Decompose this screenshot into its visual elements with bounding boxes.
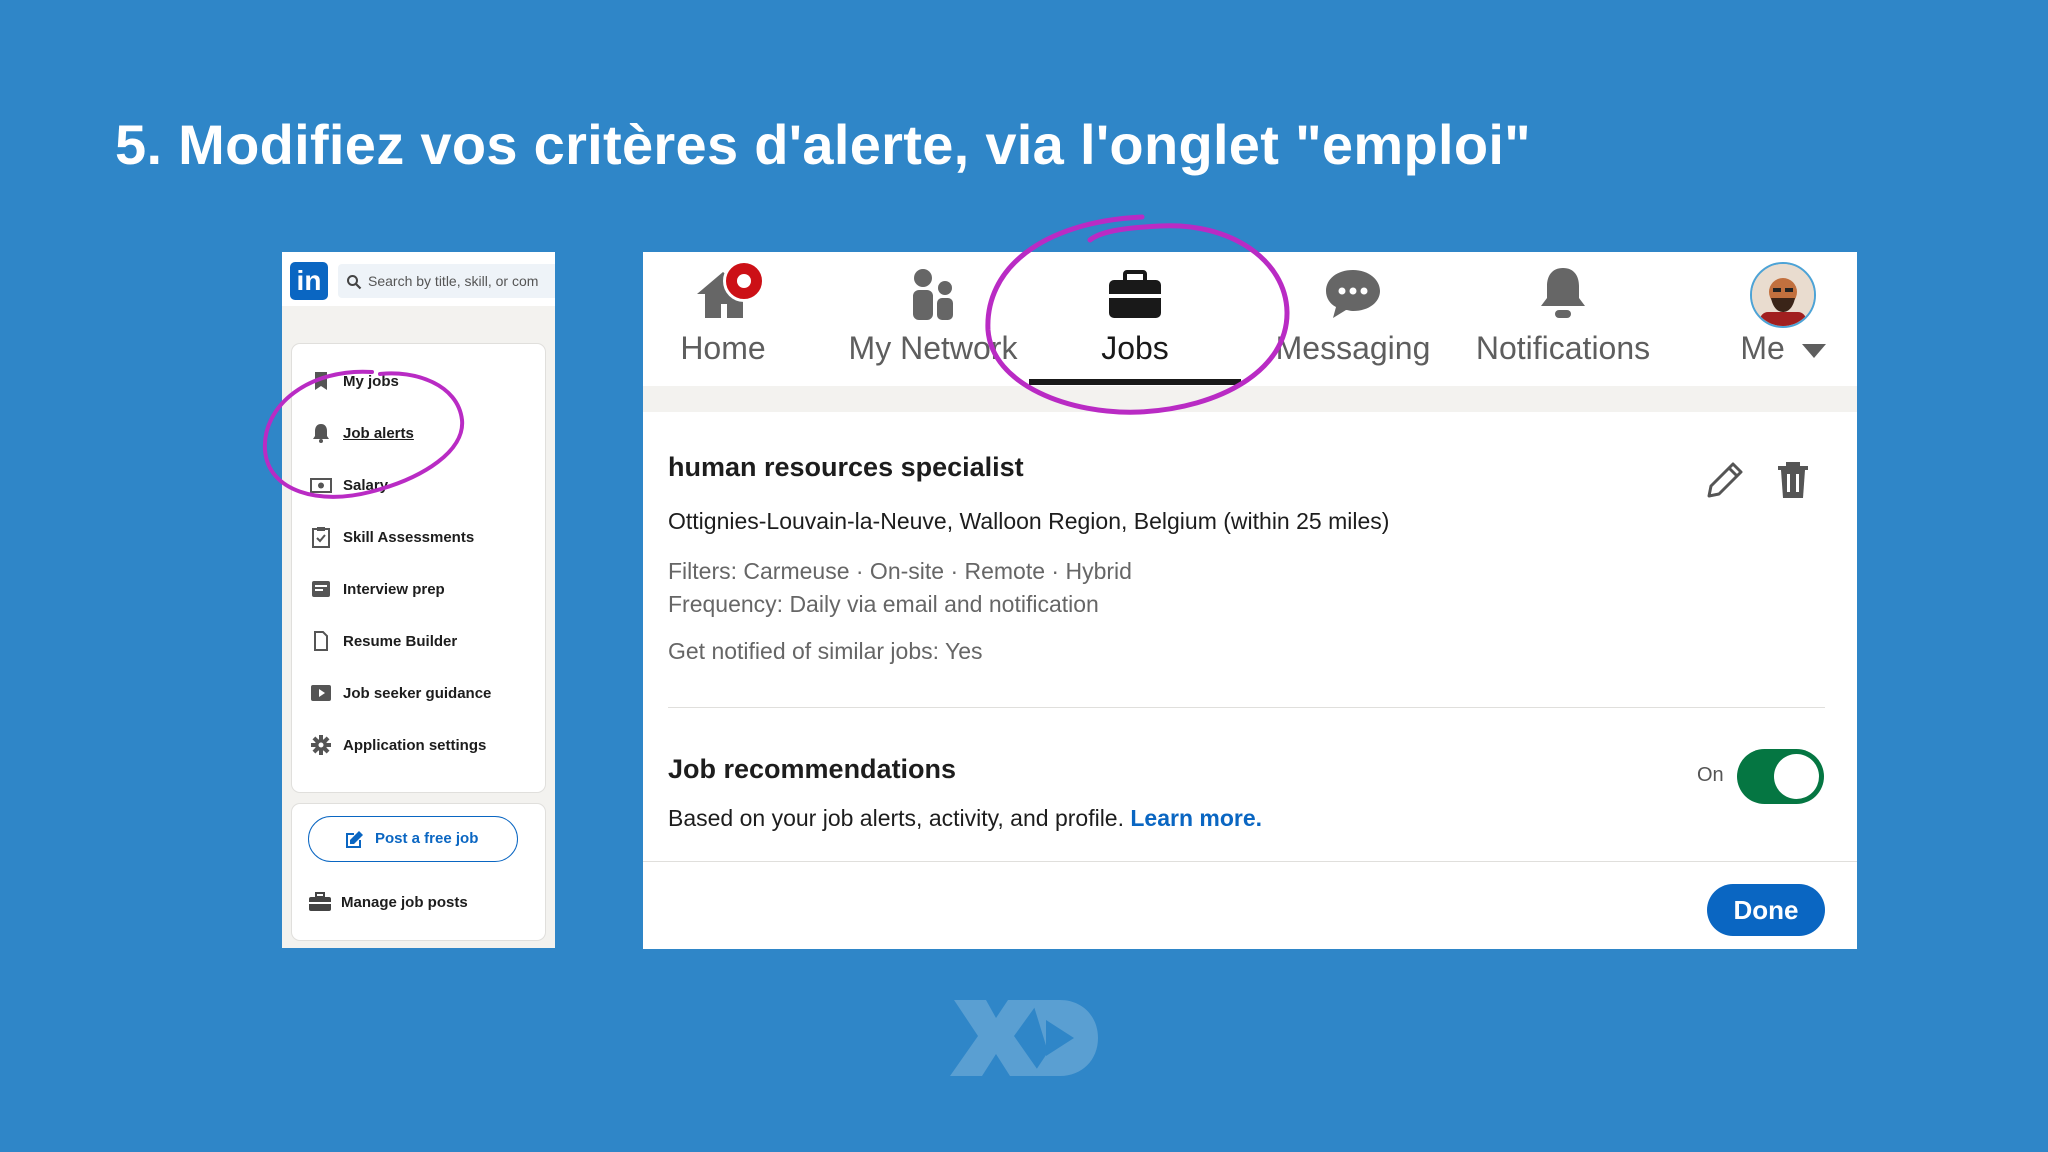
learn-more-link[interactable]: Learn more. xyxy=(1130,805,1262,831)
delete-alert-button[interactable] xyxy=(1773,460,1813,500)
toggle-state-label: On xyxy=(1697,764,1724,786)
nav-label: Jobs xyxy=(1101,330,1169,366)
clipboard-check-icon xyxy=(312,527,330,548)
linkedin-header: in Search by title, skill, or com xyxy=(282,252,555,306)
search-placeholder: Search by title, skill, or com xyxy=(368,273,539,289)
job-recommendations-title: Job recommendations xyxy=(668,754,957,784)
linkedin-logo[interactable]: in xyxy=(290,262,328,300)
sidebar-item-salary[interactable]: Salary xyxy=(292,464,545,504)
briefcase-icon xyxy=(1109,270,1161,318)
sidebar-item-label: Resume Builder xyxy=(343,633,458,650)
money-icon xyxy=(310,478,332,493)
notification-badge xyxy=(723,260,765,302)
active-tab-indicator xyxy=(1029,379,1241,385)
alert-filters: Filters: Carmeuse · On-site · Remote · H… xyxy=(668,558,1132,584)
job-recommendations-toggle[interactable] xyxy=(1737,749,1824,804)
footer-divider xyxy=(643,861,1857,862)
pencil-icon xyxy=(1707,462,1743,498)
sidebar-item-label: Interview prep xyxy=(343,581,445,598)
document-icon xyxy=(314,631,328,651)
manage-job-posts-label: Manage job posts xyxy=(341,894,468,911)
linkedin-top-nav: Home My Network Jobs Messaging Notificat… xyxy=(643,252,1857,386)
alert-title: human resources specialist xyxy=(668,452,1024,482)
nav-me[interactable]: Me xyxy=(1713,252,1853,386)
search-icon xyxy=(347,275,362,290)
trash-icon xyxy=(1778,462,1808,498)
nav-my-network[interactable]: My Network xyxy=(823,252,1043,386)
recommendations-text: Based on your job alerts, activity, and … xyxy=(668,805,1124,831)
sidebar-item-job-alerts[interactable]: Job alerts xyxy=(292,412,545,452)
avatar xyxy=(1750,262,1816,328)
network-icon xyxy=(913,269,953,320)
section-divider xyxy=(668,707,1825,708)
jobs-nav-card: My jobs Job alerts Salary Skill Assessme… xyxy=(292,344,545,792)
search-input[interactable]: Search by title, skill, or com xyxy=(338,264,555,298)
sidebar-item-label: Application settings xyxy=(343,737,487,754)
sidebar-item-resume-builder[interactable]: Resume Builder xyxy=(292,620,545,660)
nav-separator xyxy=(643,386,1857,412)
slide-title: 5. Modifiez vos critères d'alerte, via l… xyxy=(115,113,1532,176)
post-free-job-button[interactable]: Post a free job xyxy=(308,816,518,862)
nav-label: My Network xyxy=(848,330,1018,366)
nav-jobs[interactable]: Jobs xyxy=(1035,252,1235,386)
bell-icon xyxy=(313,424,329,443)
nav-me-label-wrap: Me xyxy=(1713,330,1853,367)
nav-label: Me xyxy=(1740,330,1785,366)
edit-icon xyxy=(346,831,363,848)
sidebar-item-label: Job seeker guidance xyxy=(343,685,492,702)
nav-messaging[interactable]: Messaging xyxy=(1258,252,1448,386)
gear-icon xyxy=(311,735,331,755)
play-icon xyxy=(311,685,331,701)
edit-alert-button[interactable] xyxy=(1705,460,1745,500)
sidebar-item-application-settings[interactable]: Application settings xyxy=(292,724,545,764)
nav-label: Home xyxy=(680,330,766,366)
sidebar-item-interview-prep[interactable]: Interview prep xyxy=(292,568,545,608)
alert-location: Ottignies-Louvain-la-Neuve, Walloon Regi… xyxy=(668,508,1390,534)
alert-similar-jobs: Get notified of similar jobs: Yes xyxy=(668,638,983,664)
sidebar-item-my-jobs[interactable]: My jobs xyxy=(292,360,545,400)
job-recommendations-description: Based on your job alerts, activity, and … xyxy=(668,805,1262,832)
sidebar-item-job-seeker-guidance[interactable]: Job seeker guidance xyxy=(292,672,545,712)
briefcase-icon xyxy=(309,892,331,911)
alert-frequency: Frequency: Daily via email and notificat… xyxy=(668,591,1099,617)
job-alert-settings-panel: Home My Network Jobs Messaging Notificat… xyxy=(643,252,1857,949)
job-posting-card: Post a free job Manage job posts xyxy=(292,804,545,940)
done-button[interactable]: Done xyxy=(1707,884,1825,936)
post-free-job-label: Post a free job xyxy=(375,830,479,847)
nav-home[interactable]: Home xyxy=(653,252,793,386)
sidebar-item-label: Job alerts xyxy=(343,425,414,442)
sidebar-item-label: My jobs xyxy=(343,373,399,390)
bookmark-icon xyxy=(315,372,327,390)
bell-icon xyxy=(1541,268,1585,318)
notes-icon xyxy=(312,581,330,597)
sidebar-item-label: Skill Assessments xyxy=(343,529,475,546)
sidebar-item-skill-assessments[interactable]: Skill Assessments xyxy=(292,516,545,556)
xd-logo-watermark xyxy=(950,1000,1098,1076)
linkedin-jobs-sidebar: in Search by title, skill, or com My job… xyxy=(282,252,555,948)
caret-down-icon xyxy=(1801,343,1826,358)
nav-label: Messaging xyxy=(1275,330,1431,366)
messaging-icon xyxy=(1326,270,1380,318)
nav-label: Notifications xyxy=(1475,330,1651,366)
manage-job-posts-link[interactable]: Manage job posts xyxy=(292,882,545,922)
nav-notifications[interactable]: Notifications xyxy=(1458,252,1668,386)
toggle-knob xyxy=(1774,754,1819,799)
sidebar-item-label: Salary xyxy=(343,477,389,494)
